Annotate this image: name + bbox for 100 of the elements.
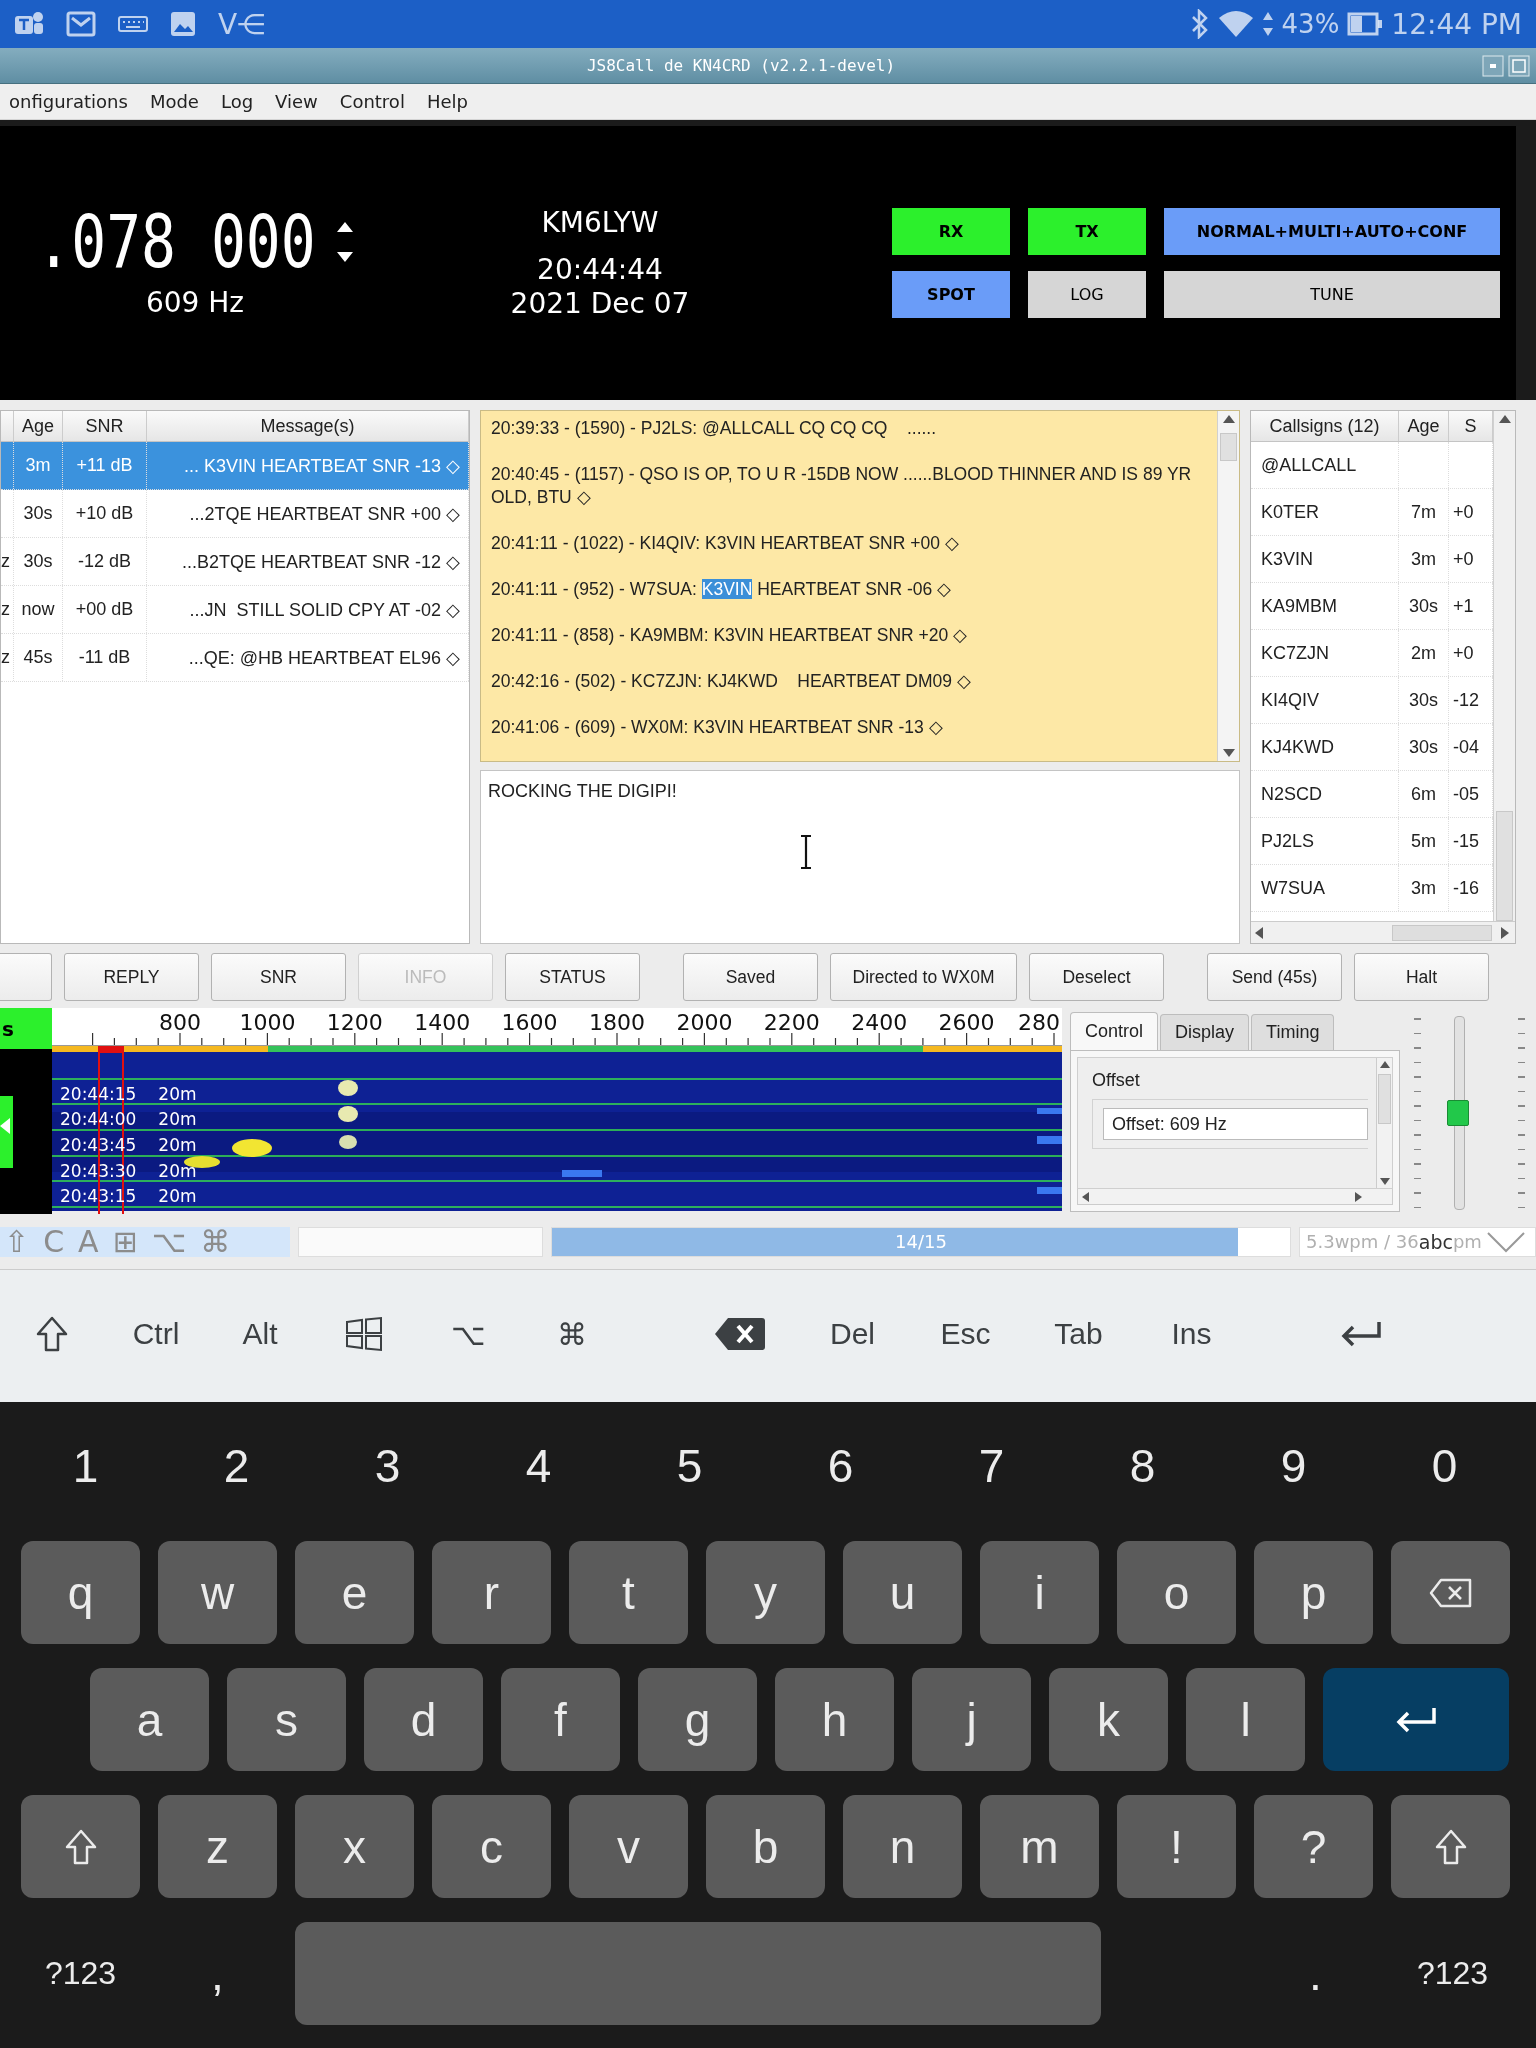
table-cell: 30s (1399, 724, 1449, 770)
letter-key[interactable]: u (843, 1541, 962, 1644)
letter-key[interactable]: c (432, 1795, 551, 1898)
mode-button[interactable]: SPOT (892, 271, 1010, 318)
letter-key[interactable]: t (569, 1541, 688, 1644)
action-button[interactable]: Halt (1354, 953, 1489, 1001)
letter-key[interactable]: n (843, 1795, 962, 1898)
tab[interactable]: Control (1070, 1012, 1159, 1050)
letter-key[interactable]: e (295, 1541, 414, 1644)
toolbar-key[interactable]: Ins (1171, 1317, 1212, 1351)
table-cell: ... K3VIN HEARTBEAT SNR -13 ◇ (147, 442, 469, 489)
action-button[interactable]: Deselect (1029, 953, 1164, 1001)
letter-key[interactable]: p (1254, 1541, 1373, 1644)
letter-key[interactable]: s (227, 1668, 346, 1771)
toolbar-key[interactable]: Ctrl (132, 1317, 180, 1351)
letter-key[interactable]: d (364, 1668, 483, 1771)
mode-button[interactable]: LOG (1028, 271, 1146, 318)
letter-key[interactable]: ! (1117, 1795, 1236, 1898)
progress-label: 14/15 (895, 1231, 947, 1252)
toolbar-key[interactable]: Esc (940, 1317, 991, 1351)
action-button[interactable]: Saved (683, 953, 818, 1001)
column-header: Callsigns (12) (1251, 411, 1399, 441)
mode-button[interactable]: TUNE (1164, 271, 1500, 318)
letter-key[interactable]: k (1049, 1668, 1168, 1771)
toolbar-key[interactable]: ⌥ (450, 1316, 486, 1352)
key-hint: ⊞ (112, 1224, 138, 1259)
letter-key[interactable]: y (706, 1541, 825, 1644)
letter-key[interactable]: z (158, 1795, 277, 1898)
letter-key[interactable]: v (569, 1795, 688, 1898)
letter-key[interactable]: a (90, 1668, 209, 1771)
letter-key[interactable]: o (1117, 1541, 1236, 1644)
letter-key[interactable]: j (912, 1668, 1031, 1771)
tab[interactable]: Timing (1251, 1014, 1335, 1050)
toolbar-key[interactable]: Tab (1054, 1317, 1103, 1351)
tab[interactable]: Display (1160, 1014, 1250, 1050)
table-row[interactable]: z now +00 dB ...JN STILL SOLID CPY AT -02 ◇ (1, 586, 469, 634)
table-row[interactable]: z 30s -12 dB ...B2TQE HEARTBEAT SNR -12 ◇ (1, 538, 469, 586)
offset-readout: 609 Hz (145, 285, 245, 319)
letter-key[interactable]: x (295, 1795, 414, 1898)
mode-button[interactable]: RX (892, 208, 1010, 255)
letter-key[interactable]: b (706, 1795, 825, 1898)
symbol-key[interactable]: , (158, 1922, 277, 2025)
number-key[interactable]: 2 (161, 1439, 312, 1493)
menu-item[interactable]: Mode (140, 89, 208, 114)
letter-key[interactable]: i (980, 1541, 1099, 1644)
menu-item[interactable]: Help (417, 89, 477, 114)
frequency-label: 1600 (501, 1010, 558, 1035)
band-label: 20m (158, 1160, 197, 1181)
toolbar-key[interactable]: Del (830, 1317, 875, 1351)
letter-key[interactable]: r (432, 1541, 551, 1644)
utc-time: 20:44:44 (537, 255, 663, 285)
menu-item[interactable]: Log (211, 89, 263, 114)
table-cell: @ALLCALL (1251, 442, 1399, 488)
toolbar-key[interactable]: ⌘ (557, 1316, 587, 1352)
table-cell: ...B2TQE HEARTBEAT SNR -12 ◇ (147, 538, 469, 585)
table-cell: KC7ZJN (1251, 630, 1399, 676)
menu-item[interactable]: View (266, 89, 327, 114)
toolbar-key[interactable]: Alt (242, 1317, 278, 1351)
action-button[interactable]: STATUS (505, 953, 640, 1001)
number-key[interactable]: 4 (463, 1439, 614, 1493)
number-key[interactable]: 7 (916, 1439, 1067, 1493)
letter-key[interactable]: f (501, 1668, 620, 1771)
table-row[interactable]: z 45s -11 dB ...QE: @HB HEARTBEAT EL96 ◇ (1, 634, 469, 682)
symbol-key[interactable]: . (1256, 1922, 1375, 2025)
letter-key[interactable]: l (1186, 1668, 1305, 1771)
table-cell: PJ2LS (1251, 818, 1399, 864)
action-button[interactable]: Send (45s) (1207, 953, 1342, 1001)
symbol-key[interactable]: ?123 (21, 1922, 140, 2025)
letter-key[interactable]: g (638, 1668, 757, 1771)
key-hint: ⌥ (151, 1224, 187, 1259)
action-button[interactable]: Directed to WX0M (830, 953, 1017, 1001)
letter-key[interactable]: q (21, 1541, 140, 1644)
key-hint: C (43, 1224, 65, 1259)
action-button[interactable]: REPLY (64, 953, 199, 1001)
table-row[interactable]: 30s +10 dB ...2TQE HEARTBEAT SNR +00 ◇ (1, 490, 469, 538)
letter-key[interactable]: m (980, 1795, 1099, 1898)
band-label: 20m (158, 1186, 197, 1207)
offset-field[interactable]: Offset: 609 Hz (1103, 1108, 1368, 1140)
number-key[interactable]: 8 (1067, 1439, 1218, 1493)
mode-button[interactable]: TX (1028, 208, 1146, 255)
number-key[interactable]: 1 (10, 1439, 161, 1493)
letter-key[interactable]: w (158, 1541, 277, 1644)
number-key[interactable]: 6 (765, 1439, 916, 1493)
number-key[interactable]: 3 (312, 1439, 463, 1493)
table-cell: 5m (1399, 818, 1449, 864)
band-label: 20m (158, 1083, 197, 1104)
symbol-key[interactable]: ?123 (1393, 1922, 1512, 2025)
menu-item[interactable]: Control (330, 89, 414, 114)
mode-button[interactable]: NORMAL+MULTI+AUTO+CONF (1164, 208, 1500, 255)
number-key[interactable]: 0 (1369, 1439, 1520, 1493)
keyboard-mode[interactable]: abc (1418, 1230, 1453, 1253)
number-key[interactable]: 9 (1218, 1439, 1369, 1493)
action-button[interactable]: SNR (211, 953, 346, 1001)
frequency-label: 1400 (414, 1010, 471, 1035)
frequency-label: 1800 (589, 1010, 645, 1035)
letter-key[interactable]: ? (1254, 1795, 1373, 1898)
letter-key[interactable]: h (775, 1668, 894, 1771)
menu-item[interactable]: onfigurations (0, 89, 137, 114)
message-input[interactable]: ROCKING THE DIGIPI! (480, 770, 1240, 944)
number-key[interactable]: 5 (614, 1439, 765, 1493)
